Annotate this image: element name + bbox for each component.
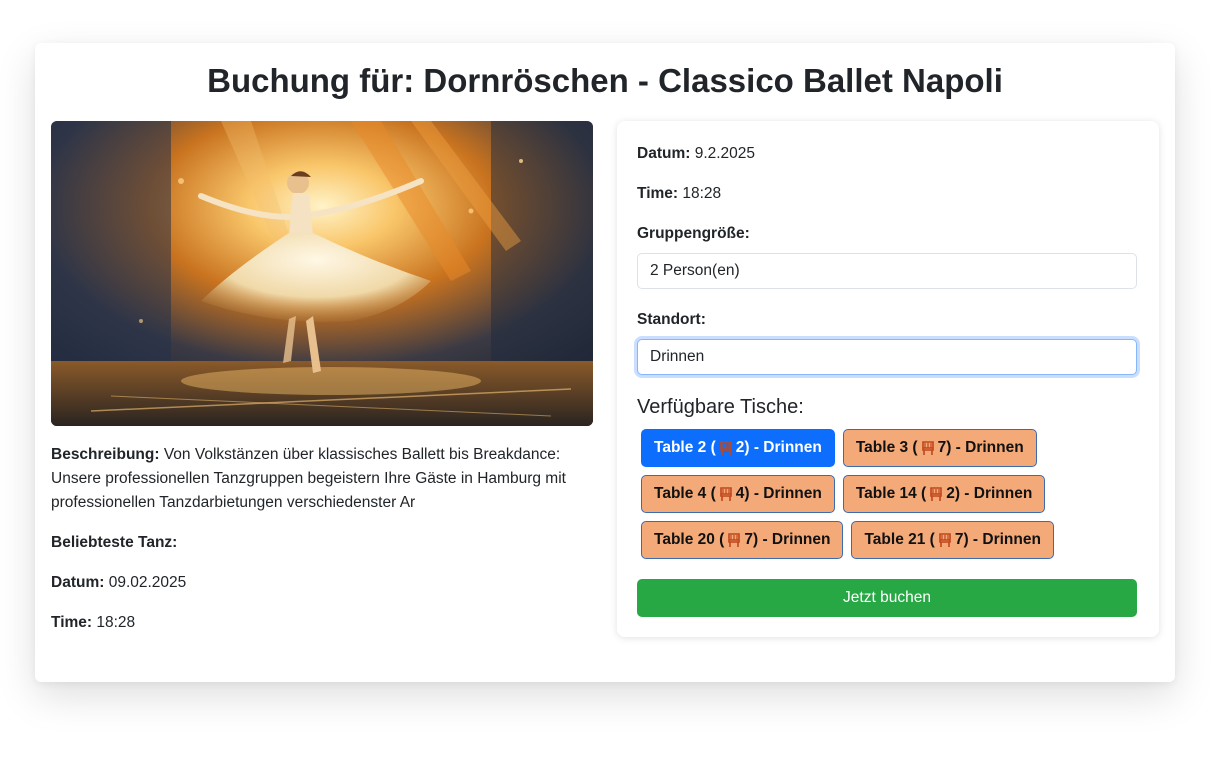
booking-time: Time: 18:28 [637, 184, 721, 204]
booking-date: Datum: 9.2.2025 [637, 144, 755, 164]
event-time: Time: 18:28 [51, 611, 593, 635]
chair-icon [719, 441, 732, 455]
chair-icon [930, 487, 943, 501]
chair-icon [728, 533, 741, 547]
table-label: 7) - Drinnen [954, 531, 1041, 548]
chair-icon [921, 441, 934, 455]
table-label: 4) - Drinnen [735, 485, 822, 502]
description-label: Beschreibung: [51, 446, 160, 463]
location-label: Standort: [637, 310, 706, 330]
event-time-value: 18:28 [96, 614, 136, 631]
table-label: 7) - Drinnen [744, 531, 831, 548]
group-size-label-text: Gruppengröße: [637, 225, 750, 242]
event-info: Beschreibung: Von Volkstänzen über klass… [51, 121, 593, 635]
popular-dance: Beliebteste Tanz: [51, 531, 593, 555]
table-list: Table 2 ( 2) - Drinnen Table 3 ( 7) - Dr… [641, 429, 1141, 567]
table-label: Table 3 ( [855, 439, 918, 456]
event-description: Beschreibung: Von Volkstänzen über klass… [51, 443, 593, 515]
event-time-label: Time: [51, 614, 93, 631]
event-date: Datum: 09.02.2025 [51, 571, 593, 595]
booking-time-label: Time: [637, 185, 679, 202]
event-image [51, 121, 593, 426]
tables-heading: Verfügbare Tische: [637, 396, 804, 418]
booking-panel: Datum: 9.2.2025 Time: 18:28 Gruppengröße… [617, 121, 1159, 637]
page-title: Buchung für: Dornröschen - Classico Ball… [207, 62, 1003, 99]
table-label: 7) - Drinnen [937, 439, 1024, 456]
table-label: Table 14 ( [855, 485, 927, 502]
group-size-input[interactable]: 2 Person(en) [637, 253, 1137, 289]
booking-date-value: 9.2.2025 [694, 145, 756, 162]
table-label: Table 4 ( [654, 485, 716, 502]
table-button-2[interactable]: Table 2 ( 2) - Drinnen [641, 429, 835, 467]
table-label: 2) - Drinnen [946, 485, 1033, 502]
group-size-label: Gruppengröße: [637, 224, 750, 244]
table-label: Table 2 ( [654, 439, 716, 456]
chair-icon [939, 533, 951, 547]
table-label: Table 21 ( [864, 531, 935, 548]
event-date-label: Datum: [51, 574, 105, 591]
booking-card: Buchung für: Dornröschen - Classico Ball… [35, 43, 1175, 682]
popular-label: Beliebteste Tanz: [51, 534, 178, 551]
table-label: 2) - Drinnen [735, 439, 822, 456]
table-button-3[interactable]: Table 3 ( 7) - Drinnen [842, 429, 1037, 467]
location-label-text: Standort: [637, 311, 706, 328]
book-now-button[interactable]: Jetzt buchen [637, 579, 1137, 617]
table-button-4[interactable]: Table 4 ( 4) - Drinnen [641, 475, 835, 513]
table-button-14[interactable]: Table 14 ( 2) - Drinnen [842, 475, 1046, 513]
chair-icon [719, 487, 732, 501]
event-date-value: 09.02.2025 [108, 574, 187, 591]
table-label: Table 20 ( [654, 531, 725, 548]
table-button-20[interactable]: Table 20 ( 7) - Drinnen [641, 521, 844, 559]
booking-time-value: 18:28 [682, 185, 722, 202]
booking-date-label: Datum: [637, 145, 691, 162]
table-button-21[interactable]: Table 21 ( 7) - Drinnen [851, 521, 1054, 559]
location-input[interactable]: Drinnen [637, 339, 1137, 375]
